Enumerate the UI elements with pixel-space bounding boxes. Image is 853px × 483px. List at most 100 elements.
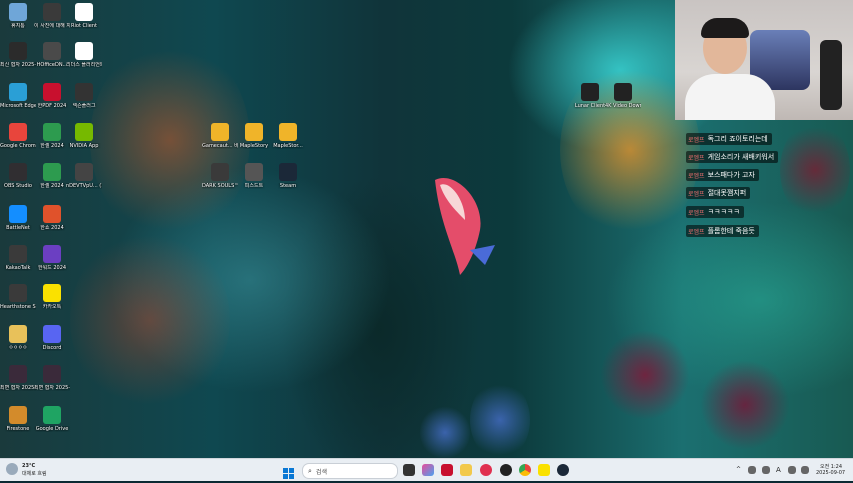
desktop-icon[interactable]: KakaoTalk	[0, 245, 36, 271]
desktop-icon[interactable]: 최면 협자 2025-09-...	[0, 365, 36, 391]
kakaotalk-icon	[9, 245, 27, 263]
chat-username: 로엠프	[688, 172, 705, 180]
desktop-icon[interactable]: Microsoft Edge	[0, 83, 36, 109]
pdf-icon	[43, 83, 61, 101]
desktop-icon[interactable]: Steam	[270, 163, 306, 189]
desktop-icon[interactable]: ㅇㅇㅇㅇ	[0, 325, 36, 351]
desktop-icon-label: 한워드 2024	[37, 265, 67, 271]
desktop-icon[interactable]: Google Drive	[34, 406, 70, 432]
clock-time[interactable]: 오전 1:24	[820, 463, 842, 470]
input-language-indicator[interactable]: A	[776, 466, 781, 474]
chat-text: ㅋㅋㅋㅋㅋ	[707, 208, 740, 216]
desktop-icon[interactable]: 한셀 2024	[34, 123, 70, 149]
steam-icon	[279, 163, 297, 181]
file-icon	[75, 42, 93, 60]
chat-text: 보스패다가 고자	[707, 171, 755, 179]
desktop-icon[interactable]: Firestone	[0, 406, 36, 432]
desktop-icon-label: KakaoTalk	[5, 265, 31, 271]
desktop-icon[interactable]: 피스드트	[236, 163, 272, 189]
hearthstone-icon	[9, 284, 27, 302]
chat-message: 로엠프 절대못깸지퍼	[686, 187, 751, 199]
desktop-icon[interactable]: 4K Video Downloader+	[605, 83, 641, 109]
chat-username: 로엠프	[688, 154, 705, 162]
coral-shape	[600, 330, 690, 420]
network-icon[interactable]	[762, 466, 770, 474]
desktop-icon[interactable]: 한쇼 2024	[34, 205, 70, 231]
desktop-icon[interactable]: 한PDF 2024	[34, 83, 70, 109]
desktop-icon[interactable]: OBS Studio	[0, 163, 36, 189]
obs-taskbar-icon[interactable]	[500, 464, 512, 476]
hanshow-icon	[43, 205, 61, 223]
search-icon: ⌕	[308, 466, 312, 475]
desktop-icon-label: Discord	[42, 345, 62, 351]
folder-icon	[9, 365, 27, 383]
desktop-icon[interactable]: nDEVTVpU... (1)	[66, 163, 102, 189]
desktop-icon[interactable]: 리더스 플러리언트	[66, 42, 102, 68]
hancell-icon	[43, 123, 61, 141]
fish-image	[435, 178, 495, 275]
kakaotalk-icon	[43, 284, 61, 302]
chat-text: 게임소리가 새배키워서	[707, 153, 775, 161]
steam-taskbar-icon[interactable]	[557, 464, 569, 476]
desktop-icon-label: ㅇㅇㅇㅇ	[8, 345, 28, 351]
desktop-icon-label: BattleNet	[6, 225, 30, 231]
chat-username: 로엠프	[688, 228, 705, 236]
webcam-overlay	[675, 0, 853, 120]
windows-start-icon[interactable]	[283, 464, 294, 479]
file-explorer-icon[interactable]	[460, 464, 472, 476]
desktop-icon-label: 최신 협자 2025-06-...	[0, 62, 36, 68]
desktop-icon[interactable]: Riot Client	[66, 3, 102, 29]
desktop-icon-label: Gamecaut... 바로 가기	[202, 143, 238, 149]
desktop-icon-label: Steam	[279, 183, 297, 189]
desktop-icon[interactable]: Hearthstone Screensho...	[0, 284, 36, 310]
desktop-icon[interactable]: DARK SOULS™...	[202, 163, 238, 189]
wifi-icon[interactable]	[788, 466, 796, 474]
desktop-icon[interactable]: 한셀 2024	[34, 163, 70, 189]
chrome-taskbar-icon[interactable]	[519, 464, 531, 476]
desktop-icon[interactable]: 이 사진에 대해 자세...	[34, 3, 70, 29]
desktop-icon-label: nDEVTVpU... (1)	[66, 183, 102, 189]
desktop-icon[interactable]: 최신 협자 2025-06-...	[0, 42, 36, 68]
hanword-icon	[43, 245, 61, 263]
weather-icon[interactable]	[6, 463, 18, 475]
coral-shape	[700, 360, 790, 450]
desktop-icon[interactable]: MapleStor...	[270, 123, 306, 149]
recycle-bin-icon	[9, 3, 27, 21]
desktop-icon-label: DARK SOULS™...	[202, 183, 238, 189]
desktop-icon-label: 한PDF 2024	[37, 103, 67, 109]
taskbar-search-box[interactable]: ⌕ 검색	[302, 463, 398, 479]
desktop-icon[interactable]: HOfficeDN...	[34, 42, 70, 68]
coral-shape	[780, 120, 850, 220]
media-player-icon[interactable]	[480, 464, 492, 476]
desktop-icon[interactable]: MapleStory	[236, 123, 272, 149]
desktop-icon[interactable]: NVIDIA App	[66, 123, 102, 149]
desktop-icon[interactable]: Google Chrome	[0, 123, 36, 149]
desktop-icon[interactable]: Discord	[34, 325, 70, 351]
desktop-icon[interactable]: Lunar Client	[572, 83, 608, 109]
tray-overflow-icon[interactable]: ^	[736, 466, 741, 473]
desktop-icon[interactable]: BattleNet	[0, 205, 36, 231]
streamer-shirt	[685, 74, 775, 120]
chat-message: 로엠프 플롬한테 죽음듯	[686, 225, 759, 237]
volume-icon[interactable]	[801, 466, 809, 474]
task-view-icon[interactable]	[403, 464, 415, 476]
desktop-icon[interactable]: 카카오톡	[34, 284, 70, 310]
clock-date[interactable]: 2025-09-07	[816, 470, 845, 476]
desktop-icon[interactable]: 최면 협자 2025-09-...	[34, 365, 70, 391]
desktop-icon[interactable]: Gamecaut... 바로 가기	[202, 123, 238, 149]
desktop-icon[interactable]: 넥슨플러그	[66, 83, 102, 109]
weather-desc: 대체로 흐림	[22, 471, 47, 477]
nexon-icon	[75, 83, 93, 101]
kakaotalk-taskbar-icon[interactable]	[538, 464, 550, 476]
gamecaut-icon	[211, 123, 229, 141]
darksouls-icon	[211, 163, 229, 181]
desktop-icon[interactable]: 휴지통	[0, 3, 36, 29]
onedrive-icon[interactable]	[748, 466, 756, 474]
chat-message: 로엠프 독그리 죠이토리는데	[686, 133, 772, 145]
drive-icon	[43, 406, 61, 424]
desktop-icon[interactable]: 한워드 2024	[34, 245, 70, 271]
maplestory-icon	[279, 123, 297, 141]
copilot-icon[interactable]	[422, 464, 434, 476]
pdf-app-icon[interactable]	[441, 464, 453, 476]
chat-text: 절대못깸지퍼	[707, 189, 747, 197]
